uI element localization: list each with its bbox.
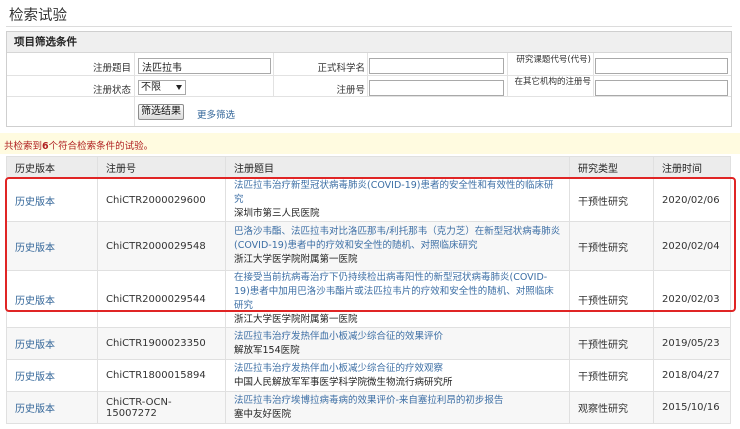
table-row: 历史版本 ChiCTR1800015894 法匹拉韦治疗发热伴血小板减少综合征的… [6, 359, 731, 392]
date-cell: 2020/02/03 [653, 270, 731, 328]
trial-title-link[interactable]: 巴洛沙韦酯、法匹拉韦对比洛匹那韦/利托那韦（克力芝）在新型冠状病毒肺炎(COVI… [234, 225, 561, 253]
date-cell: 2018/04/27 [653, 359, 731, 392]
institution-text: 中国人民解放军军事医学科学院微生物流行病研究所 [234, 376, 453, 388]
type-cell: 干预性研究 [569, 327, 654, 360]
institution-text: 塞中友好医院 [234, 408, 292, 420]
reg-no-cell: ChiCTR2000029544 [97, 270, 226, 328]
type-cell: 观察性研究 [569, 391, 654, 424]
reg-title-label: 注册题目 [92, 63, 131, 74]
date-cell: 2019/05/23 [653, 327, 731, 360]
other-reg-label: 在其它机构的注册号 [514, 77, 591, 87]
institution-text: 解放军154医院 [234, 344, 300, 356]
filter-col-divider [134, 53, 135, 126]
institution-text: 浙江大学医学院附属第一医院 [234, 254, 358, 265]
title-cell: 法匹拉韦治疗发热伴血小板减少综合征的效果评价 解放军154医院 [225, 327, 570, 360]
date-cell: 2015/10/16 [653, 391, 731, 424]
trial-title-link[interactable]: 法匹拉韦治疗发热伴血小板减少综合征的效果评价 [234, 330, 561, 344]
history-link[interactable]: 历史版本 [6, 221, 98, 271]
reg-no-cell: ChiCTR2000029548 [97, 221, 226, 271]
type-cell: 干预性研究 [569, 221, 654, 271]
results-suffix: 个符合检索条件的试验。 [48, 141, 154, 152]
filter-col-divider [367, 53, 368, 96]
history-link[interactable]: 历史版本 [6, 359, 98, 392]
reg-no-cell: ChiCTR2000029600 [97, 178, 226, 222]
reg-no-label: 注册号 [336, 85, 365, 96]
results-count-text: 共检索到6个符合检索条件的试验。 [4, 138, 153, 152]
chevron-down-icon [176, 85, 182, 90]
table-row: 历史版本 ChiCTR1900023350 法匹拉韦治疗发热伴血小板减少综合征的… [6, 327, 731, 360]
topic-code-input[interactable] [595, 58, 728, 74]
trial-title-link[interactable]: 法匹拉韦治疗埃博拉病毒病的效果评价-来自塞拉利昂的初步报告 [234, 394, 561, 408]
table-row: 历史版本 ChiCTR-OCN-15007272 法匹拉韦治疗埃博拉病毒病的效果… [6, 391, 731, 424]
trial-title-link[interactable]: 法匹拉韦治疗发热伴血小板减少综合征的疗效观察 [234, 362, 561, 376]
title-divider [6, 26, 732, 27]
status-label: 注册状态 [92, 85, 131, 96]
trial-title-link[interactable]: 法匹拉韦治疗新型冠状病毒肺炎(COVID-19)患者的安全性和有效性的临床研究 [234, 179, 561, 207]
filter-col-divider [273, 53, 274, 96]
page-title: 检索试验 [9, 8, 67, 24]
results-count: 6 [42, 141, 49, 152]
status-select-value: 不限 [141, 82, 161, 93]
filter-panel: 项目筛选条件 注册题目 正式科学名 研究课题代号(代号) 注册状态 不限 注册号… [6, 31, 732, 127]
table-row: 历史版本 ChiCTR2000029548 巴洛沙韦酯、法匹拉韦对比洛匹那韦/利… [6, 221, 731, 271]
filter-col-divider [593, 53, 594, 96]
title-cell: 法匹拉韦治疗新型冠状病毒肺炎(COVID-19)患者的安全性和有效性的临床研究深… [225, 178, 570, 222]
history-link[interactable]: 历史版本 [6, 327, 98, 360]
filter-panel-header: 项目筛选条件 [7, 32, 731, 53]
title-cell: 法匹拉韦治疗发热伴血小板减少综合征的疗效观察 中国人民解放军军事医学科学院微生物流… [225, 359, 570, 392]
filter-row-divider [7, 96, 731, 97]
institution-text: 浙江大学医学院附属第一医院 [234, 314, 358, 325]
date-cell: 2020/02/06 [653, 178, 731, 222]
reg-no-cell: ChiCTR1900023350 [97, 327, 226, 360]
table-row: 历史版本 ChiCTR2000029600 法匹拉韦治疗新型冠状病毒肺炎(COV… [6, 178, 731, 222]
filter-col-divider [507, 53, 508, 96]
results-table: 历史版本 注册号 注册题目 研究类型 注册时间 历史版本 ChiCTR20000… [6, 156, 731, 424]
title-cell: 法匹拉韦治疗埃博拉病毒病的效果评价-来自塞拉利昂的初步报告 塞中友好医院 [225, 391, 570, 424]
reg-no-cell: ChiCTR1800015894 [97, 359, 226, 392]
table-header-row: 历史版本 注册号 注册题目 研究类型 注册时间 [6, 156, 731, 179]
sci-name-input[interactable] [369, 58, 504, 74]
status-select[interactable]: 不限 [138, 80, 186, 95]
more-filters-link[interactable]: 更多筛选 [197, 107, 235, 121]
history-link[interactable]: 历史版本 [6, 391, 98, 424]
type-cell: 干预性研究 [569, 178, 654, 222]
reg-no-input[interactable] [369, 80, 504, 96]
history-link[interactable]: 历史版本 [6, 178, 98, 222]
type-cell: 干预性研究 [569, 270, 654, 328]
institution-text: 深圳市第三人民医院 [234, 208, 320, 219]
title-cell: 在接受当前抗病毒治疗下仍持续检出病毒阳性的新型冠状病毒肺炎(COVID-19)患… [225, 270, 570, 328]
col-header-history: 历史版本 [6, 156, 98, 179]
history-link[interactable]: 历史版本 [6, 270, 98, 328]
type-cell: 干预性研究 [569, 359, 654, 392]
topic-code-label: 研究课题代号(代号) [516, 55, 591, 65]
filter-row-divider [7, 75, 731, 76]
col-header-title: 注册题目 [225, 156, 570, 179]
results-prefix: 共检索到 [4, 141, 43, 152]
table-row: 历史版本 ChiCTR2000029544 在接受当前抗病毒治疗下仍持续检出病毒… [6, 270, 731, 328]
sci-name-label: 正式科学名 [317, 63, 365, 74]
filter-submit-button[interactable]: 筛选结果 [138, 104, 184, 120]
col-header-reg-no: 注册号 [97, 156, 226, 179]
reg-title-input[interactable] [138, 58, 271, 74]
title-cell: 巴洛沙韦酯、法匹拉韦对比洛匹那韦/利托那韦（克力芝）在新型冠状病毒肺炎(COVI… [225, 221, 570, 271]
date-cell: 2020/02/04 [653, 221, 731, 271]
other-reg-input[interactable] [595, 80, 728, 96]
col-header-type: 研究类型 [569, 156, 654, 179]
reg-no-cell: ChiCTR-OCN-15007272 [97, 391, 226, 424]
trial-title-link[interactable]: 在接受当前抗病毒治疗下仍持续检出病毒阳性的新型冠状病毒肺炎(COVID-19)患… [234, 271, 561, 313]
col-header-time: 注册时间 [653, 156, 731, 179]
